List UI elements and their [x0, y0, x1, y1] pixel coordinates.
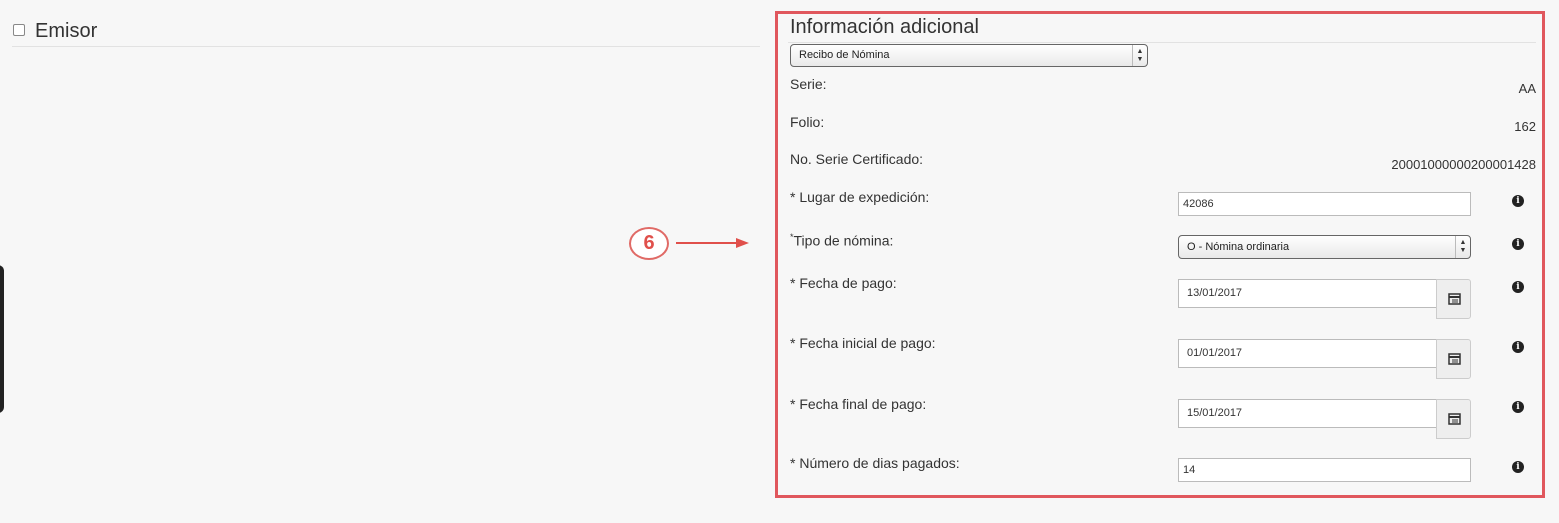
calendar-icon [1448, 413, 1461, 425]
fecha-inicial-input[interactable]: 01/01/2017 [1178, 339, 1437, 368]
callout-badge: 6 [629, 227, 669, 260]
info-icon[interactable]: i [1512, 461, 1524, 473]
fecha-pago-calendar-button[interactable] [1436, 279, 1471, 319]
doc-type-select[interactable]: Recibo de Nómina ▲ ▼ [790, 44, 1148, 67]
panel-title: Información adicional [790, 16, 979, 38]
side-panel-edge [0, 265, 4, 413]
arrow-right-icon [676, 238, 749, 248]
fecha-pago-input[interactable]: 13/01/2017 [1178, 279, 1437, 308]
info-icon[interactable]: i [1512, 238, 1524, 250]
fecha-final-input[interactable]: 15/01/2017 [1178, 399, 1437, 428]
emisor-divider [12, 46, 760, 47]
calendar-icon [1448, 353, 1461, 365]
panel-divider [788, 42, 1536, 43]
emisor-checkbox[interactable] [13, 24, 25, 36]
doc-type-select-value: Recibo de Nómina [799, 49, 890, 61]
tipo-nomina-label-text: Tipo de nómina: [793, 232, 894, 249]
info-icon[interactable]: i [1512, 281, 1524, 293]
dias-pagados-label: * Número de dias pagados: [790, 455, 960, 471]
info-icon[interactable]: i [1512, 195, 1524, 207]
fecha-pago-label: * Fecha de pago: [790, 275, 897, 291]
info-icon[interactable]: i [1512, 341, 1524, 353]
calendar-icon [1448, 293, 1461, 305]
info-icon[interactable]: i [1512, 401, 1524, 413]
dias-pagados-input[interactable]: 14 [1178, 458, 1471, 482]
select-arrows-icon: ▲ ▼ [1132, 45, 1147, 66]
serie-label: Serie: [790, 76, 827, 92]
fecha-inicial-label: * Fecha inicial de pago: [790, 335, 936, 351]
tipo-nomina-select-value: O - Nómina ordinaria [1187, 241, 1290, 253]
fecha-inicial-calendar-button[interactable] [1436, 339, 1471, 379]
no-serie-value: 20001000000200001428 [1391, 157, 1536, 172]
tipo-nomina-select[interactable]: O - Nómina ordinaria ▲ ▼ [1178, 235, 1471, 259]
folio-value: 162 [1514, 119, 1536, 134]
no-serie-label: No. Serie Certificado: [790, 151, 924, 167]
lugar-input[interactable]: 42086 [1178, 192, 1471, 216]
fecha-final-calendar-button[interactable] [1436, 399, 1471, 439]
select-arrows-icon: ▲ ▼ [1455, 236, 1470, 258]
folio-label: Folio: [790, 114, 825, 130]
serie-value: AA [1518, 81, 1536, 96]
lugar-label: * Lugar de expedición: [790, 189, 930, 205]
fecha-final-label: * Fecha final de pago: [790, 396, 927, 412]
emisor-title: Emisor [35, 20, 98, 42]
tipo-nomina-label: *Tipo de nómina: [790, 232, 893, 249]
